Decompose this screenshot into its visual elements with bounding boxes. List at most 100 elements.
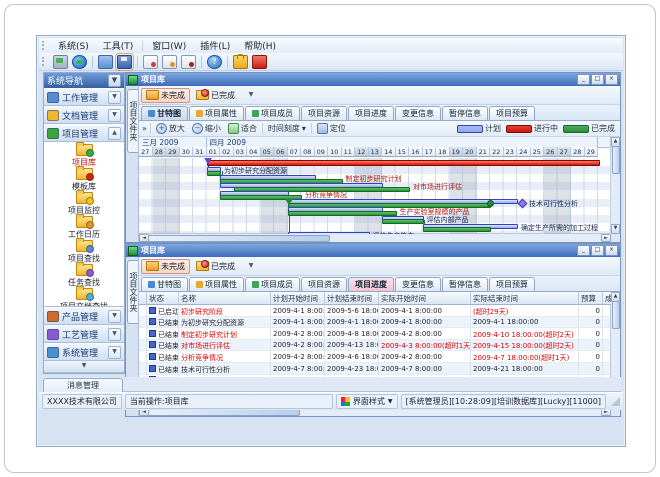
- table-row[interactable]: 已结束为初步研究分配资源2009-4-1 8:00:002009-4-1 18:…: [139, 317, 611, 329]
- sidebar-group-chevron-icon[interactable]: ▼: [108, 346, 121, 359]
- gantt-plan-bar[interactable]: [288, 232, 370, 234]
- zoom-in-button[interactable]: +放大: [154, 123, 187, 134]
- tab-resources[interactable]: 项目资源: [301, 277, 347, 291]
- gantt-actual-bar[interactable]: [382, 219, 424, 224]
- tab-members[interactable]: 项目成员: [245, 277, 300, 291]
- table-row[interactable]: 已结束制定初步研究计划2009-4-2 8:00:002009-4-8 18:0…: [139, 328, 611, 340]
- filter-unfinished-button[interactable]: 未完成: [141, 259, 190, 274]
- sidebar-group-chevron-icon[interactable]: ▲: [108, 127, 121, 140]
- report-add-icon[interactable]: [143, 55, 158, 69]
- tab-message-management[interactable]: 消息管理: [43, 378, 123, 392]
- column-header-6[interactable]: 预算: [579, 292, 603, 305]
- column-header-2[interactable]: 计划开始时间: [271, 292, 325, 305]
- sidebar-group-bottom-2[interactable]: 系统管理▼: [44, 343, 124, 361]
- locate-button[interactable]: 定位: [315, 123, 348, 134]
- scroll-thumb[interactable]: [612, 301, 620, 329]
- column-header-0[interactable]: 状态: [147, 292, 179, 305]
- tab-gantt[interactable]: 甘特图: [141, 277, 188, 291]
- tab-project-folder[interactable]: 项目文件夹: [127, 89, 138, 153]
- filter-more-button[interactable]: ▼: [245, 89, 257, 101]
- minimize-button[interactable]: _: [577, 74, 590, 85]
- gantt-actual-bar[interactable]: [207, 171, 222, 176]
- sidebar-group-chevron-icon[interactable]: ▼: [108, 109, 121, 122]
- scroll-right-button[interactable]: ►: [601, 234, 611, 242]
- computer-icon[interactable]: [53, 55, 68, 69]
- filter-finished-button[interactable]: 已完成: [192, 260, 239, 273]
- scroll-down-button[interactable]: ▼: [611, 224, 620, 234]
- sidebar-overflow-button[interactable]: ▼: [44, 361, 124, 373]
- tab-changes[interactable]: 变更信息: [395, 277, 441, 291]
- menu-item-0[interactable]: 系统(S): [51, 38, 96, 53]
- tab-progress[interactable]: 项目进度: [348, 106, 394, 120]
- menu-item-3[interactable]: 插件(L): [193, 38, 237, 53]
- sidebar-group-top-1[interactable]: 文档管理▼: [44, 106, 124, 124]
- zoom-out-button[interactable]: −缩小: [190, 123, 223, 134]
- horizontal-scrollbar[interactable]: ◄►: [139, 233, 611, 242]
- toolbar-chevron-icon[interactable]: »: [142, 124, 147, 133]
- report-delete-icon[interactable]: [181, 55, 196, 69]
- sidebar-item-6[interactable]: 项目文档查找: [44, 288, 124, 307]
- sidebar-group-chevron-icon[interactable]: ▼: [108, 328, 121, 341]
- column-header-1[interactable]: 名称: [179, 292, 271, 305]
- gantt-actual-bar[interactable]: [288, 211, 397, 216]
- maximize-button[interactable]: □: [591, 245, 604, 256]
- table-row[interactable]: 已启动初步研究阶段2009-4-1 8:00:002009-5-6 18:00:…: [139, 305, 611, 317]
- sidebar-item-3[interactable]: 工作日历: [44, 216, 124, 240]
- sidebar-item-1[interactable]: 模板库: [44, 168, 124, 192]
- sidebar-item-0[interactable]: 项目库: [44, 144, 124, 168]
- scroll-thumb[interactable]: [612, 146, 620, 174]
- table-row[interactable]: 已结束对市场进行评估2009-4-2 8:00:002009-4-13 18:0…: [139, 340, 611, 352]
- save-icon[interactable]: [117, 55, 132, 69]
- sidebar-group-chevron-icon[interactable]: ▼: [108, 91, 121, 104]
- table-row[interactable]: 已结束技术可行性分析2009-4-7 8:00:002009-4-23 18:0…: [139, 363, 611, 375]
- menu-item-4[interactable]: 帮助(H): [237, 38, 283, 53]
- close-button[interactable]: ×: [605, 74, 618, 85]
- sidebar-collapse-button[interactable]: ▼: [108, 74, 121, 87]
- filter-more-button[interactable]: ▼: [245, 260, 257, 272]
- gantt-summary-bar[interactable]: [207, 160, 601, 166]
- tab-changes[interactable]: 变更信息: [395, 106, 441, 120]
- filter-unfinished-button[interactable]: 未完成: [141, 88, 190, 103]
- tab-progress[interactable]: 项目进度: [348, 277, 394, 291]
- table-row[interactable]: 已结束分析竞争情况2009-4-2 8:00:002009-4-6 18:00:…: [139, 351, 611, 363]
- report-edit-icon[interactable]: [162, 55, 177, 69]
- folder-icon[interactable]: [98, 55, 113, 69]
- sidebar-group-top-0[interactable]: 工作管理▼: [44, 88, 124, 106]
- sidebar-item-5[interactable]: 任务查找: [44, 264, 124, 288]
- help-icon[interactable]: ?: [207, 55, 222, 69]
- filter-finished-button[interactable]: 已完成: [192, 89, 239, 102]
- timescale-dropdown[interactable]: 时间刻度▾: [266, 123, 308, 134]
- lock-icon[interactable]: [233, 55, 248, 69]
- gantt-actual-bar[interactable]: [423, 227, 492, 232]
- style-selector[interactable]: 界面样式 ▼: [336, 394, 398, 409]
- resize-grip[interactable]: [611, 397, 620, 406]
- vertical-scrollbar[interactable]: ▲▼: [610, 137, 620, 234]
- column-header-5[interactable]: 实际结束时间: [471, 292, 579, 305]
- tab-pause[interactable]: 暂停信息: [442, 277, 488, 291]
- tab-members[interactable]: 项目成员: [245, 106, 300, 120]
- tab-pause[interactable]: 暂停信息: [442, 106, 488, 120]
- tab-properties[interactable]: 项目属性: [189, 106, 244, 120]
- fit-button[interactable]: 适合: [226, 123, 259, 134]
- menu-item-2[interactable]: 窗口(W): [145, 38, 193, 53]
- exit-icon[interactable]: [252, 55, 267, 69]
- menu-item-1[interactable]: 工具(T): [96, 38, 141, 53]
- close-button[interactable]: ×: [605, 245, 618, 256]
- minimize-button[interactable]: _: [577, 245, 590, 256]
- tab-properties[interactable]: 项目属性: [189, 277, 244, 291]
- maximize-button[interactable]: □: [591, 74, 604, 85]
- tab-project-folder[interactable]: 项目文件夹: [127, 260, 138, 324]
- sidebar-group-bottom-1[interactable]: 工艺管理▼: [44, 325, 124, 343]
- tab-gantt[interactable]: 甘特图: [141, 106, 188, 120]
- column-header-7[interactable]: 成: [603, 292, 611, 305]
- globe-icon[interactable]: [72, 55, 87, 69]
- tab-budget[interactable]: 项目预算: [489, 106, 535, 120]
- sidebar-group-bottom-0[interactable]: 产品管理▼: [44, 307, 124, 325]
- sidebar-item-4[interactable]: 项目查找: [44, 240, 124, 264]
- column-header-4[interactable]: 实际开始时间: [379, 292, 471, 305]
- tab-budget[interactable]: 项目预算: [489, 277, 535, 291]
- tab-resources[interactable]: 项目资源: [301, 106, 347, 120]
- sidebar-group-chevron-icon[interactable]: ▼: [108, 310, 121, 323]
- scroll-thumb[interactable]: [148, 235, 330, 242]
- sidebar-item-2[interactable]: 项目监控: [44, 192, 124, 216]
